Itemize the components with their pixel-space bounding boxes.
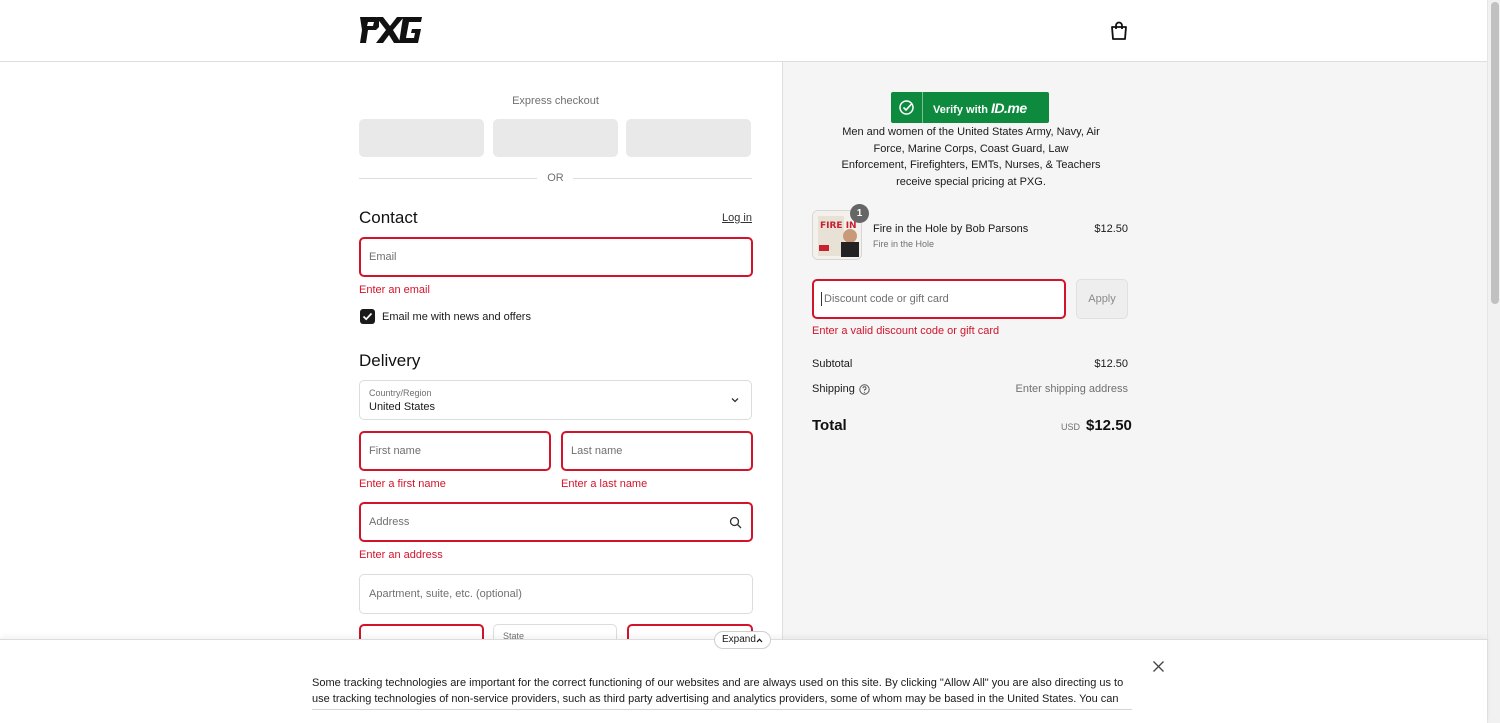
verify-idme-button[interactable]: Verify with ID.me	[891, 92, 1049, 123]
email-error: Enter an email	[359, 284, 430, 296]
delivery-title: Delivery	[359, 351, 421, 370]
close-icon[interactable]	[1152, 660, 1165, 673]
product-name: Fire in the Hole by Bob Parsons	[873, 223, 1029, 235]
product-variant: Fire in the Hole	[873, 239, 935, 249]
last-name-placeholder: Last name	[571, 445, 623, 457]
address-field[interactable]: Address	[359, 502, 753, 542]
shipping-label: Shipping	[812, 383, 855, 395]
last-name-error: Enter a last name	[561, 478, 648, 490]
site-header	[0, 0, 1487, 62]
idme-button-label: Verify with ID.me	[933, 100, 1027, 116]
apply-discount-button[interactable]: Apply	[1076, 279, 1128, 319]
shopping-bag-icon[interactable]	[1108, 20, 1130, 42]
last-name-field[interactable]: Last name	[561, 431, 753, 471]
express-pay-button-3[interactable]	[626, 119, 751, 157]
chevron-up-icon	[756, 638, 763, 643]
country-label: Country/Region	[369, 388, 432, 398]
apartment-placeholder: Apartment, suite, etc. (optional)	[369, 588, 522, 600]
total-currency: USD	[1061, 422, 1081, 432]
login-link[interactable]: Log in	[722, 212, 752, 224]
subtotal-value: $12.50	[1094, 358, 1128, 370]
email-field[interactable]: Email	[359, 237, 753, 277]
or-divider: OR	[359, 172, 752, 186]
scrollbar-thumb[interactable]	[1491, 2, 1499, 304]
apartment-field[interactable]: Apartment, suite, etc. (optional)	[359, 574, 753, 614]
idme-description: Men and women of the United States Army,…	[841, 126, 1101, 188]
discount-code-field[interactable]: Discount code or gift card	[812, 279, 1066, 319]
page-scrollbar[interactable]	[1487, 0, 1500, 723]
cookie-expand-button[interactable]: Expand	[714, 631, 771, 649]
text-cursor	[821, 292, 822, 306]
or-text: OR	[547, 172, 564, 184]
address-placeholder: Address	[369, 516, 410, 528]
cookie-text: Some tracking technologies are important…	[312, 677, 1124, 705]
first-name-placeholder: First name	[369, 445, 421, 457]
shipping-value: Enter shipping address	[1015, 383, 1128, 395]
discount-error: Enter a valid discount code or gift card	[812, 325, 1000, 337]
expand-label: Expand	[722, 634, 756, 645]
quantity-badge: 1	[850, 204, 869, 223]
cookie-text-divider	[312, 709, 1132, 710]
chevron-down-icon	[731, 398, 739, 403]
contact-title: Contact	[359, 208, 418, 227]
address-error: Enter an address	[359, 549, 443, 561]
email-placeholder: Email	[369, 251, 397, 263]
pxg-logo[interactable]	[359, 14, 423, 46]
check-circle-icon	[899, 100, 914, 115]
total-value: $12.50	[1086, 417, 1132, 434]
discount-placeholder: Discount code or gift card	[824, 293, 949, 305]
express-pay-button-2[interactable]	[493, 119, 618, 157]
express-checkout-label: Express checkout	[512, 95, 599, 107]
idme-prefix: Verify with	[933, 104, 989, 116]
first-name-field[interactable]: First name	[359, 431, 551, 471]
idme-brand: ID.me	[991, 100, 1027, 116]
country-value: United States	[369, 401, 436, 413]
subtotal-label: Subtotal	[812, 358, 853, 370]
express-pay-button-1[interactable]	[359, 119, 484, 157]
news-opt-in-label: Email me with news and offers	[382, 311, 531, 323]
search-icon	[729, 516, 742, 529]
country-select[interactable]: Country/Region United States	[359, 380, 752, 420]
product-price: $12.50	[1094, 223, 1128, 235]
help-circle-icon[interactable]	[859, 384, 870, 395]
total-label: Total	[812, 417, 847, 434]
idme-separator	[922, 92, 923, 123]
first-name-error: Enter a first name	[359, 478, 446, 490]
checkmark-icon	[362, 312, 373, 321]
checkbox-checked[interactable]	[360, 309, 375, 324]
